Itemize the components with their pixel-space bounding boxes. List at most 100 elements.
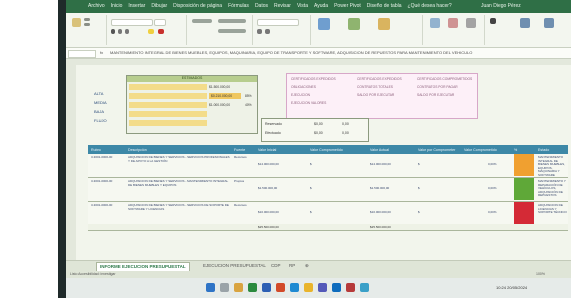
monitor-edge <box>58 0 66 298</box>
estimate-cell-3[interactable] <box>129 102 207 108</box>
info-line-2: CERTIFICADOS EXPEDIDOS <box>357 77 402 81</box>
conditional-format-icon[interactable] <box>318 18 330 30</box>
excel-icon[interactable] <box>248 283 257 292</box>
sheet-tab-cdp[interactable]: CDP <box>268 262 284 270</box>
chrome-icon[interactable] <box>304 283 313 292</box>
row-percent: 0,00% <box>488 211 497 214</box>
sort-filter-icon[interactable] <box>520 18 530 28</box>
col-estado[interactable]: Estado <box>538 148 549 152</box>
cell-styles-icon[interactable] <box>378 18 390 30</box>
col-valor-inicial[interactable]: Valor Inicial <box>258 148 276 152</box>
col-valor-por-comprometer[interactable]: Valor por Comprometer <box>418 148 455 152</box>
tell-me-search[interactable]: ¿Qué desea hacer? <box>408 3 452 9</box>
col-valor-comprometido[interactable]: Valor Comprometido <box>310 148 343 152</box>
table-row[interactable]: 3-3001-0000-00 ADQUISICIÓN DE BIENES Y S… <box>88 178 568 202</box>
tab-datos[interactable]: Datos <box>255 3 268 9</box>
system-tray[interactable]: 10:24 20/05/2024 <box>496 285 527 290</box>
tab-archivo[interactable]: Archivo <box>88 3 105 9</box>
summary-value-1a: $0,00 <box>314 122 323 126</box>
autosum-icon[interactable] <box>490 18 496 24</box>
teams-icon[interactable] <box>318 283 327 292</box>
estimate-cell-5[interactable] <box>129 120 207 126</box>
outlook-icon[interactable] <box>332 283 341 292</box>
format-cells-icon[interactable] <box>466 18 476 28</box>
folder-icon[interactable] <box>234 283 243 292</box>
table-row[interactable]: 3-3001-0000-00 ADQUISICIÓN DE BIENES Y S… <box>88 202 568 226</box>
tab-dibujar[interactable]: Dibujar <box>151 3 167 9</box>
tab-diseno-tabla[interactable]: Diseño de tabla <box>367 3 402 9</box>
table-row[interactable]: 3-3001-0000-00 ADQUISICIÓN DE BIENES Y S… <box>88 154 568 178</box>
word-icon[interactable] <box>262 283 271 292</box>
copy-icon[interactable] <box>84 23 90 26</box>
tab-formulas[interactable]: Fórmulas <box>228 3 249 9</box>
underline-icon[interactable] <box>125 29 129 34</box>
col-fuente[interactable]: Fuente <box>234 148 245 152</box>
account-name[interactable]: Juan Diego Pérez <box>481 3 521 9</box>
delete-cells-icon[interactable] <box>448 18 458 28</box>
percent-icon[interactable] <box>265 29 270 34</box>
wrap-text-icon[interactable] <box>218 19 246 23</box>
col-valor-comprometido-2[interactable]: Valor Comprometido <box>464 148 497 152</box>
edge-icon[interactable] <box>290 283 299 292</box>
col-percent[interactable]: % <box>514 148 517 152</box>
search-icon[interactable] <box>220 283 229 292</box>
row-description: ADQUISICIÓN DE BIENES Y SERVICIOS - MANT… <box>128 180 229 187</box>
estimate-cell-2[interactable] <box>129 93 207 99</box>
powerpoint-icon[interactable] <box>276 283 285 292</box>
row-note: MANTENIMIENTO INTEGRAL DE BIENES MUEBLES… <box>538 156 566 177</box>
table-total-row[interactable]: $25.500.000,00 $25.500.000,00 <box>88 224 568 231</box>
zoom-level[interactable]: 100% <box>536 272 545 276</box>
col-rubro[interactable]: Rubro <box>91 148 101 152</box>
estimate-cell-1[interactable] <box>129 84 207 90</box>
pdf-icon[interactable] <box>346 283 355 292</box>
number-format-select[interactable] <box>257 19 299 26</box>
tab-power-pivot[interactable]: Power Pivot <box>334 3 361 9</box>
font-family-select[interactable] <box>111 19 153 26</box>
info-line-5: CONTRATOS TOTALES <box>357 85 393 89</box>
tab-ayuda[interactable]: Ayuda <box>314 3 328 9</box>
tab-inicio[interactable]: Inicio <box>111 3 123 9</box>
info-line-1: CERTIFICADOS EXPEDIDOS <box>291 77 336 81</box>
row-source: Recursos <box>234 204 247 207</box>
sheet-tab-rp[interactable]: RP <box>286 262 298 270</box>
font-size-select[interactable] <box>154 19 166 26</box>
row-description: ADQUISICIÓN DE BIENES Y SERVICIOS - SERV… <box>128 204 229 211</box>
tab-disposicion[interactable]: Disposición de página <box>173 3 222 9</box>
cut-icon[interactable] <box>84 18 90 21</box>
find-select-icon[interactable] <box>544 18 554 28</box>
app-icon[interactable] <box>360 283 369 292</box>
italic-icon[interactable] <box>118 29 122 34</box>
sheet-tab-ejecucion[interactable]: EJECUCION PRESUPUESTAL <box>200 262 269 270</box>
font-color-icon[interactable] <box>158 29 164 34</box>
tab-insertar[interactable]: Insertar <box>128 3 145 9</box>
tab-vista[interactable]: Vista <box>297 3 308 9</box>
row-value-committed: $ <box>310 187 312 190</box>
row-note: ADQUISICIÓN DE LICENCIAS Y SOPORTE TÉCNI… <box>538 204 567 215</box>
fill-color-icon[interactable] <box>148 29 154 34</box>
col-valor-actual[interactable]: Valor Actual <box>370 148 389 152</box>
styles-group <box>312 15 423 45</box>
row-percent: 0,00% <box>488 187 497 190</box>
formula-input[interactable]: MANTENIMIENTO INTEGRAL DE BIENES MUEBLES… <box>110 50 565 55</box>
row-value-initial: $10.000.000,00 <box>258 211 279 214</box>
status-indicator-green <box>514 178 534 200</box>
col-descripcion[interactable]: Descripción <box>128 148 147 152</box>
bold-icon[interactable] <box>111 29 115 34</box>
tab-revisar[interactable]: Revisar <box>274 3 291 9</box>
insert-cells-icon[interactable] <box>430 18 440 28</box>
start-icon[interactable] <box>206 283 215 292</box>
total-current: $25.500.000,00 <box>370 225 391 229</box>
worksheet-grid[interactable]: ESTIMADOS $1.500.000,00 $0.210.000,00 85… <box>76 65 571 260</box>
estimate-cell-4[interactable] <box>129 111 207 117</box>
fx-icon[interactable]: fx <box>100 50 103 55</box>
merge-center-icon[interactable] <box>218 29 246 33</box>
format-as-table-icon[interactable] <box>348 18 360 30</box>
estimate-pct-2: 85% <box>245 94 252 98</box>
align-icon[interactable] <box>192 19 212 23</box>
budget-table-header: Rubro Descripción Fuente Valor Inicial V… <box>88 145 568 154</box>
alignment-group <box>188 15 253 45</box>
paste-icon[interactable] <box>72 18 81 27</box>
add-sheet-icon[interactable]: ⊕ <box>302 262 312 270</box>
currency-icon[interactable] <box>257 29 262 34</box>
name-box[interactable] <box>68 50 96 58</box>
